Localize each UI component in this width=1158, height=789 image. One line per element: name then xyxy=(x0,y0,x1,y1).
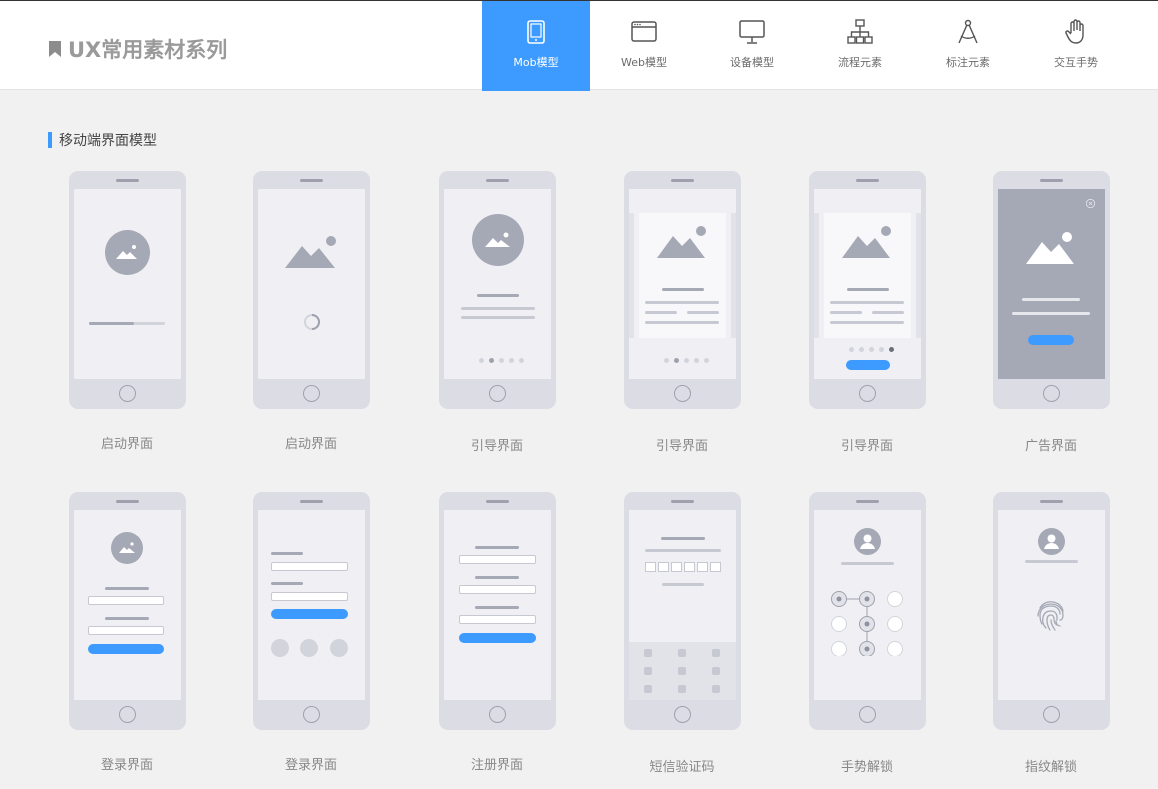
fingerprint-icon xyxy=(1037,601,1064,631)
bookmark-icon xyxy=(49,41,61,57)
phone-screen xyxy=(74,510,181,700)
phone-mockup xyxy=(69,171,186,409)
card-label: 引导界面 xyxy=(655,439,708,454)
social-login-icon xyxy=(271,639,289,657)
category-tabs: Mob模型 Web模型 设备模型 流程元素 标注元素 交互手势 xyxy=(482,1,1130,91)
tab-label: 设备模型 xyxy=(730,56,774,69)
card-label: 登录界面 xyxy=(100,758,153,773)
mountain-image-icon xyxy=(842,226,891,258)
card-label: 登录界面 xyxy=(284,758,337,773)
top-header: UX常用素材系列 Mob模型 Web模型 设备模型 流程元素 标注元素 交互手势 xyxy=(0,0,1158,91)
tab-flow-elements[interactable]: 流程元素 xyxy=(806,1,914,91)
phone-mockup xyxy=(253,171,370,409)
card-label: 短信验证码 xyxy=(649,760,715,775)
section-accent-bar xyxy=(48,132,52,148)
phone-mockup xyxy=(624,171,741,409)
card-label: 启动界面 xyxy=(100,437,153,452)
tab-annotation-elements[interactable]: 标注元素 xyxy=(914,1,1022,91)
phone-screen xyxy=(814,189,921,379)
logo-text: UX常用素材系列 xyxy=(68,38,228,62)
tab-web-model[interactable]: Web模型 xyxy=(590,1,698,91)
phone-screen xyxy=(258,189,365,379)
image-placeholder-icon xyxy=(105,230,150,275)
phone-screen xyxy=(814,510,921,700)
phone-screen xyxy=(629,510,736,700)
tab-label: Web模型 xyxy=(621,56,667,69)
compass-drafting-icon xyxy=(958,19,978,44)
browser-window-icon xyxy=(631,21,657,42)
social-login-icon xyxy=(330,639,348,657)
phone-screen xyxy=(258,510,365,700)
social-login-icon xyxy=(300,639,318,657)
phone-mockup xyxy=(624,492,741,730)
section-title-text: 移动端界面模型 xyxy=(59,133,157,149)
phone-mockup xyxy=(69,492,186,730)
card-label: 指纹解锁 xyxy=(1024,760,1077,775)
tab-label: Mob模型 xyxy=(513,56,559,69)
phone-screen xyxy=(998,510,1105,700)
mountain-image-icon xyxy=(1026,232,1074,264)
phone-mockup xyxy=(809,171,926,409)
phone-mockup xyxy=(439,492,556,730)
mountain-image-icon xyxy=(285,236,336,268)
tablet-icon xyxy=(527,20,545,44)
loading-spinner-icon xyxy=(304,314,320,330)
monitor-icon xyxy=(739,20,765,44)
card-label: 手势解锁 xyxy=(840,760,893,775)
image-placeholder-icon xyxy=(111,532,143,564)
tab-label: 流程元素 xyxy=(838,56,882,69)
card-label: 引导界面 xyxy=(470,439,523,454)
flowchart-icon xyxy=(847,19,873,44)
image-placeholder-icon xyxy=(472,214,524,266)
phone-screen xyxy=(629,189,736,379)
phone-mockup xyxy=(253,492,370,730)
card-label: 引导界面 xyxy=(840,439,893,454)
phone-mockup xyxy=(993,492,1110,730)
hand-gesture-icon xyxy=(1065,19,1084,44)
card-label: 启动界面 xyxy=(284,437,337,452)
card-label: 广告界面 xyxy=(1024,439,1077,454)
close-icon xyxy=(1086,199,1095,208)
tab-mob-model[interactable]: Mob模型 xyxy=(482,1,590,91)
tab-device-model[interactable]: 设备模型 xyxy=(698,1,806,91)
phone-screen xyxy=(444,510,551,700)
mountain-image-icon xyxy=(657,226,706,258)
gesture-pattern-grid xyxy=(831,591,903,656)
user-avatar-icon xyxy=(1038,528,1065,555)
phone-screen xyxy=(998,189,1105,379)
tab-label: 标注元素 xyxy=(946,56,990,69)
phone-mockup xyxy=(993,171,1110,409)
phone-mockup xyxy=(439,171,556,409)
tab-interaction-gestures[interactable]: 交互手势 xyxy=(1022,1,1130,91)
logo[interactable]: UX常用素材系列 xyxy=(48,34,227,64)
tab-label: 交互手势 xyxy=(1054,56,1098,69)
card-label: 注册界面 xyxy=(470,758,523,773)
phone-mockup xyxy=(809,492,926,730)
section-title: 移动端界面模型 xyxy=(48,130,157,150)
phone-screen xyxy=(74,189,181,379)
user-avatar-icon xyxy=(854,528,881,555)
phone-screen xyxy=(444,189,551,379)
